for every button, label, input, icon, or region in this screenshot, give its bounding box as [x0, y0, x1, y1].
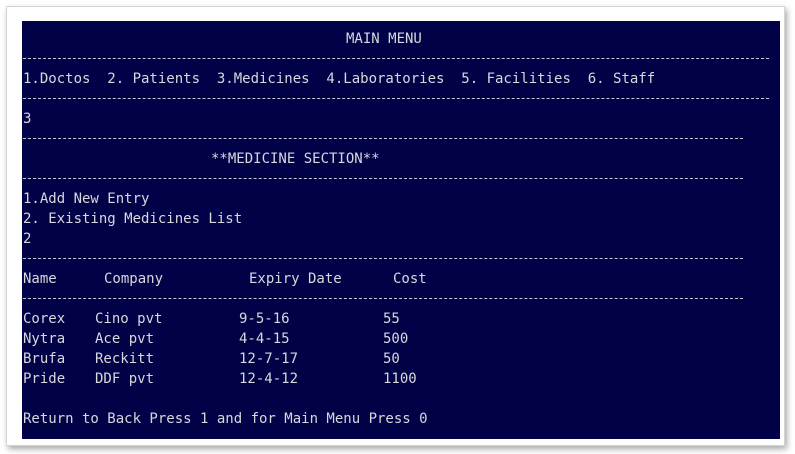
cell-expiry-date: 12-4-12 [239, 371, 299, 387]
cell-company: Reckitt [95, 351, 155, 367]
header-company: Company [104, 271, 164, 287]
cell-cost: 500 [383, 331, 409, 347]
header-name: Name [23, 271, 57, 287]
option-existing-list: 2. Existing Medicines List [23, 211, 243, 227]
cell-company: Cino pvt [95, 311, 163, 327]
cell-expiry-date: 4-4-15 [239, 331, 290, 347]
table-row: Brufa Reckitt 12-7-17 50 [23, 349, 743, 369]
cell-name: Pride [23, 371, 66, 387]
cell-expiry-date: 9-5-16 [239, 311, 290, 327]
cell-name: Corex [23, 311, 66, 327]
section-choice: 2 [23, 231, 32, 247]
cell-company: DDF pvt [95, 371, 155, 387]
cell-cost: 55 [383, 311, 400, 327]
cell-cost: 50 [383, 351, 400, 367]
console-window: MAIN MENU 1.Doctos 2. Patients 3.Medicin… [6, 6, 785, 446]
header-cost: Cost [393, 271, 427, 287]
cell-name: Brufa [23, 351, 66, 367]
divider [23, 258, 743, 259]
table-row: Nytra Ace pvt 4-4-15 500 [23, 329, 743, 349]
divider [23, 138, 743, 139]
divider [23, 298, 743, 299]
divider [23, 178, 743, 179]
console-output: MAIN MENU 1.Doctos 2. Patients 3.Medicin… [22, 21, 780, 439]
section-title: **MEDICINE SECTION** [211, 151, 380, 167]
divider [23, 58, 769, 59]
table-row: Pride DDF pvt 12-4-12 1100 [23, 369, 743, 389]
cell-company: Ace pvt [95, 331, 155, 347]
cell-expiry-date: 12-7-17 [239, 351, 299, 367]
main-menu-options: 1.Doctos 2. Patients 3.Medicines 4.Labor… [23, 71, 656, 87]
table-row: Corex Cino pvt 9-5-16 55 [23, 309, 743, 329]
table-header: Name Company Expiry Date Cost [23, 269, 743, 289]
cell-name: Nytra [23, 331, 66, 347]
main-menu-title: MAIN MENU [346, 31, 422, 47]
divider [23, 98, 769, 99]
header-expiry-date: Expiry Date [249, 271, 342, 287]
main-menu-choice: 3 [23, 111, 32, 127]
footer-prompt: Return to Back Press 1 and for Main Menu… [23, 411, 428, 427]
option-add-entry: 1.Add New Entry [23, 191, 150, 207]
cell-cost: 1100 [383, 371, 417, 387]
